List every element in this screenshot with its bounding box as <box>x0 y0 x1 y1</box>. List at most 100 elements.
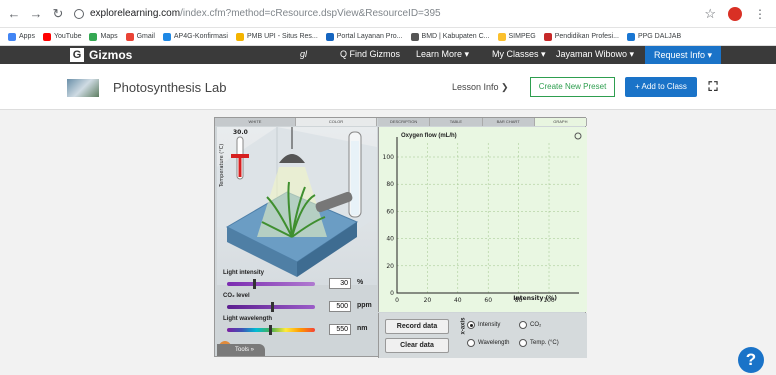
create-preset-button[interactable]: Create New Preset <box>530 77 615 97</box>
bookmark-item[interactable]: PPG DALJAB <box>626 32 681 41</box>
x-axis-radio-option[interactable]: CO₂ <box>519 321 541 329</box>
radio-button[interactable] <box>467 339 475 347</box>
user-menu[interactable]: Jayaman Wibowo ▾ <box>556 49 634 60</box>
radio-button[interactable] <box>519 339 527 347</box>
slider-knob[interactable] <box>271 302 274 312</box>
address-bar[interactable]: explorelearning.com /index.cfm?method=cR… <box>74 8 441 19</box>
bookmark-item[interactable]: Maps <box>89 32 118 41</box>
tab-graph[interactable]: GRAPH <box>534 118 587 126</box>
bookmark-item[interactable]: PMB UPI - Situs Res... <box>235 32 318 41</box>
x-axis-selector-label: x-axis <box>460 317 467 335</box>
radio-button[interactable] <box>467 321 475 329</box>
control-slider[interactable] <box>227 279 315 289</box>
gizmos-nav-bar: G Gizmos gl Q Find Gizmos Learn More ▾ M… <box>0 46 776 64</box>
y-tick-label: 0 <box>390 290 394 297</box>
tab-description[interactable]: DESCRIPTION <box>378 118 431 126</box>
help-button[interactable]: ? <box>738 347 764 373</box>
control-slider[interactable] <box>227 325 315 335</box>
signature-menu[interactable]: gl <box>300 49 307 59</box>
bookmark-label: Apps <box>19 33 35 40</box>
bookmark-favicon-icon <box>89 32 98 41</box>
graph-y-axis-title: Oxygen flow (mL/h) <box>401 133 457 139</box>
bookmark-favicon-icon <box>410 32 419 41</box>
bookmark-item[interactable]: Apps <box>8 32 35 41</box>
lab-thumbnail <box>67 79 99 97</box>
bookmark-favicon-icon <box>325 32 334 41</box>
radio-label: Intensity <box>478 322 501 328</box>
output-tabs: DESCRIPTION TABLE BAR CHART GRAPH <box>378 118 587 126</box>
bookmark-item[interactable]: Portal Layanan Pro... <box>325 32 403 41</box>
bookmark-label: BMD | Kabupaten C... <box>421 33 490 40</box>
tab-table[interactable]: TABLE <box>430 118 483 126</box>
add-to-class-button[interactable]: + Add to Class <box>625 77 697 97</box>
graph-x-axis-title: Intensity (%) <box>513 295 557 302</box>
slider-knob[interactable] <box>253 279 257 289</box>
y-tick-label: 20 <box>386 263 394 270</box>
tools-tab[interactable]: Tools » <box>217 344 265 356</box>
request-info-button[interactable]: Request Info ▾ <box>645 46 721 64</box>
bookmark-star-icon[interactable]: ☆ <box>704 6 716 22</box>
bookmark-item[interactable]: AP4G-Konfirmasi <box>162 32 228 41</box>
bookmark-item[interactable]: Pendidikan Profesi... <box>543 32 619 41</box>
control-value-input[interactable]: 30 <box>329 278 351 289</box>
x-axis-radio-option[interactable]: Intensity <box>467 321 500 329</box>
record-data-button[interactable]: Record data <box>385 319 449 334</box>
url-host: explorelearning.com <box>90 8 181 19</box>
tab-color[interactable]: COLOR <box>296 118 377 126</box>
temperature-slider-handle[interactable] <box>231 154 249 158</box>
fullscreen-expand-icon[interactable]: ⛶ <box>705 79 721 95</box>
oxygen-graph: 0 20 40 60 80 100020406080100 Intensity (%) <box>383 132 582 304</box>
clear-data-button[interactable]: Clear data <box>385 338 449 353</box>
graph-panel: Oxygen flow (mL/h) 0 20 40 60 80 100 0 20 40 60 80… <box>378 127 587 312</box>
lesson-info-menu[interactable]: Lesson Info ❯ <box>452 82 509 93</box>
bookmark-label: AP4G-Konfirmasi <box>173 33 228 40</box>
control-label: Light wavelength <box>223 316 273 322</box>
control-value-input[interactable]: 500 <box>329 301 351 312</box>
reload-icon[interactable]: ↻ <box>50 6 66 22</box>
bookmark-favicon-icon <box>125 32 134 41</box>
x-tick-label: 20 <box>424 297 432 304</box>
find-gizmos-link[interactable]: Q Find Gizmos <box>340 49 400 59</box>
x-tick-label: 0 <box>395 297 399 304</box>
bookmark-favicon-icon <box>235 32 244 41</box>
gizmos-logo[interactable]: G Gizmos <box>70 48 132 62</box>
radio-label: Wavelength <box>478 340 510 346</box>
lab-scene-illustration: Temperature (°C) 30.0 <box>217 127 377 277</box>
learn-more-menu[interactable]: Learn More ▾ <box>416 49 469 60</box>
tab-white[interactable]: WHITE <box>215 118 296 126</box>
bookmark-label: Pendidikan Profesi... <box>554 33 619 40</box>
slider-knob[interactable] <box>269 325 273 335</box>
back-arrow-icon[interactable]: ← <box>6 6 22 22</box>
x-axis-radio-option[interactable]: Temp. (°C) <box>519 339 559 347</box>
page-title: Photosynthesis Lab <box>113 80 227 95</box>
temperature-value: 30.0 <box>233 129 248 136</box>
bookmark-item[interactable]: BMD | Kabupaten C... <box>410 32 490 41</box>
radio-label: CO₂ <box>530 322 542 328</box>
bookmark-item[interactable]: Gmail <box>125 32 155 41</box>
lock-icon <box>74 8 84 19</box>
gizmos-logo-letter: G <box>70 48 84 62</box>
more-menu-icon[interactable]: ⋮ <box>754 7 766 21</box>
bookmark-item[interactable]: YouTube <box>42 32 82 41</box>
url-path: /index.cfm?method=cResource.dspView&Reso… <box>180 8 441 19</box>
radio-button[interactable] <box>519 321 527 329</box>
tab-bar-chart[interactable]: BAR CHART <box>482 118 535 126</box>
my-classes-menu[interactable]: My Classes ▾ <box>492 49 546 60</box>
x-tick-label: 60 <box>484 297 492 304</box>
control-slider[interactable] <box>227 302 315 312</box>
zoom-icon[interactable] <box>574 132 582 140</box>
light-color-tabs: WHITE COLOR <box>215 118 377 126</box>
x-axis-radio-option[interactable]: Wavelength <box>467 339 509 347</box>
bookmark-favicon-icon <box>162 32 171 41</box>
control-unit: % <box>357 279 364 286</box>
forward-arrow-icon[interactable]: → <box>28 6 44 22</box>
bookmark-item[interactable]: SIMPEG <box>497 32 536 41</box>
bookmark-favicon-icon <box>626 32 635 41</box>
control-label: Light intensity <box>223 270 264 276</box>
control-value-input[interactable]: 550 <box>329 324 351 335</box>
profile-avatar-icon[interactable] <box>728 7 742 21</box>
radio-label: Temp. (°C) <box>530 340 559 346</box>
bookmark-label: YouTube <box>53 33 82 40</box>
y-tick-label: 40 <box>386 236 394 243</box>
bookmark-label: Maps <box>100 33 118 40</box>
